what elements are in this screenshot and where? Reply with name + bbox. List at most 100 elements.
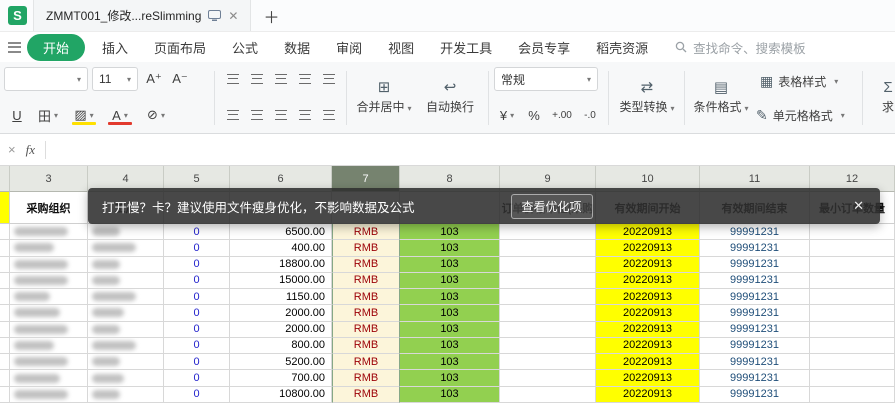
cell-price[interactable]: 1150.00 — [230, 289, 332, 306]
cell-plant[interactable] — [88, 256, 164, 273]
cell-price-unit[interactable]: 103 — [400, 337, 500, 355]
cell-blank[interactable] — [810, 305, 895, 322]
cell-qty[interactable]: 0 — [164, 240, 230, 257]
cell-price[interactable]: 10800.00 — [230, 386, 332, 403]
cell-valid-from[interactable]: 20220913 — [596, 289, 700, 306]
cell-qty[interactable]: 0 — [164, 256, 230, 273]
menu-icon[interactable] — [8, 41, 21, 53]
cell-valid-to[interactable]: 99991231 — [700, 354, 810, 371]
cell-edge[interactable] — [0, 289, 10, 306]
cell-valid-from[interactable]: 20220913 — [596, 256, 700, 273]
cell-qty[interactable]: 0 — [164, 321, 230, 338]
cell-price-unit[interactable]: 103 — [400, 289, 500, 306]
cell-format-button[interactable]: ✎ 单元格格式 — [756, 102, 845, 128]
cell-edge[interactable] — [0, 321, 10, 338]
cell-plant[interactable] — [88, 370, 164, 387]
cell-valid-to[interactable]: 99991231 — [700, 289, 810, 306]
cell-purchase-org[interactable] — [10, 337, 88, 355]
column-header-3[interactable]: 3 — [10, 166, 88, 192]
tab-member[interactable]: 会员专享 — [505, 34, 583, 61]
cell-valid-to[interactable]: 99991231 — [700, 240, 810, 257]
cell-edge[interactable] — [0, 370, 10, 387]
cell-plant[interactable] — [88, 354, 164, 371]
cell-currency[interactable]: RMB — [332, 224, 400, 241]
header-cell-edge[interactable] — [0, 192, 10, 224]
cell-qty[interactable]: 0 — [164, 337, 230, 355]
merge-center-button[interactable]: ⊞ 合并居中 — [352, 67, 416, 127]
cell-valid-to[interactable]: 99991231 — [700, 224, 810, 241]
cell-purchase-org[interactable] — [10, 240, 88, 257]
cell-edge[interactable] — [0, 256, 10, 273]
cell-qty[interactable]: 0 — [164, 289, 230, 306]
cell-price-unit[interactable]: 103 — [400, 370, 500, 387]
cell-price[interactable]: 400.00 — [230, 240, 332, 257]
borders-button[interactable]: 田 — [32, 103, 64, 127]
cell-currency[interactable]: RMB — [332, 240, 400, 257]
cell-blank[interactable] — [500, 305, 596, 322]
cell-price[interactable]: 18800.00 — [230, 256, 332, 273]
tab-review[interactable]: 审阅 — [323, 34, 375, 61]
percent-button[interactable]: % — [524, 103, 544, 127]
view-optimization-button[interactable]: 查看优化项 — [510, 193, 593, 219]
cell-currency[interactable]: RMB — [332, 337, 400, 355]
cell-blank[interactable] — [810, 224, 895, 241]
cell-purchase-org[interactable] — [10, 321, 88, 338]
cell-blank[interactable] — [500, 224, 596, 241]
cell-valid-to[interactable]: 99991231 — [700, 272, 810, 290]
cell-plant[interactable] — [88, 224, 164, 241]
cell-blank[interactable] — [500, 321, 596, 338]
cell-valid-from[interactable]: 20220913 — [596, 240, 700, 257]
cell-price[interactable]: 2000.00 — [230, 305, 332, 322]
align-left-button[interactable] — [222, 103, 244, 127]
cell-purchase-org[interactable] — [10, 289, 88, 306]
tab-page-layout[interactable]: 页面布局 — [141, 34, 219, 61]
align-bottom-button[interactable] — [270, 67, 292, 91]
cell-price-unit[interactable]: 103 — [400, 272, 500, 290]
tab-data[interactable]: 数据 — [271, 34, 323, 61]
cell-currency[interactable]: RMB — [332, 370, 400, 387]
align-right-button[interactable] — [270, 103, 292, 127]
cell-valid-from[interactable]: 20220913 — [596, 386, 700, 403]
align-top-button[interactable] — [222, 67, 244, 91]
close-tab-icon[interactable]: ✕ — [228, 9, 238, 23]
cell-edge[interactable] — [0, 354, 10, 371]
increase-indent-button[interactable] — [318, 67, 340, 91]
table-style-button[interactable]: ▦ 表格样式 — [760, 68, 838, 94]
cell-valid-to[interactable]: 99991231 — [700, 256, 810, 273]
decrease-font-button[interactable]: A⁻ — [168, 67, 192, 91]
cell-plant[interactable] — [88, 305, 164, 322]
cell-valid-from[interactable]: 20220913 — [596, 337, 700, 355]
cell-edge[interactable] — [0, 337, 10, 355]
type-convert-button[interactable]: ⇄ 类型转换 — [612, 67, 682, 127]
cell-qty[interactable]: 0 — [164, 272, 230, 290]
underline-button[interactable]: U — [6, 103, 28, 127]
cell-plant[interactable] — [88, 337, 164, 355]
wrap-text-button[interactable]: ↩ 自动换行 — [420, 67, 480, 127]
cell-purchase-org[interactable] — [10, 305, 88, 322]
cell-plant[interactable] — [88, 240, 164, 257]
cell-price[interactable]: 15000.00 — [230, 272, 332, 290]
cell-plant[interactable] — [88, 386, 164, 403]
font-size-combo[interactable]: 11 — [92, 67, 138, 91]
cell-blank[interactable] — [500, 272, 596, 290]
cell-currency[interactable]: RMB — [332, 256, 400, 273]
column-header-edge[interactable] — [0, 166, 10, 192]
cell-currency[interactable]: RMB — [332, 354, 400, 371]
tab-view[interactable]: 视图 — [375, 34, 427, 61]
cell-blank[interactable] — [810, 386, 895, 403]
cell-blank[interactable] — [500, 256, 596, 273]
cell-currency[interactable]: RMB — [332, 386, 400, 403]
cell-qty[interactable]: 0 — [164, 386, 230, 403]
cell-blank[interactable] — [810, 272, 895, 290]
decrease-decimal-button[interactable]: -.0 — [578, 103, 602, 127]
cell-blank[interactable] — [500, 386, 596, 403]
conditional-format-button[interactable]: ▤ 条件格式 — [688, 67, 754, 127]
new-tab-button[interactable]: ＋ — [263, 4, 279, 28]
cell-blank[interactable] — [810, 370, 895, 387]
cell-valid-from[interactable]: 20220913 — [596, 321, 700, 338]
cancel-entry-icon[interactable]: × — [8, 142, 16, 157]
distribute-button[interactable] — [318, 103, 340, 127]
cell-purchase-org[interactable] — [10, 354, 88, 371]
cell-blank[interactable] — [810, 337, 895, 355]
decrease-indent-button[interactable] — [294, 67, 316, 91]
